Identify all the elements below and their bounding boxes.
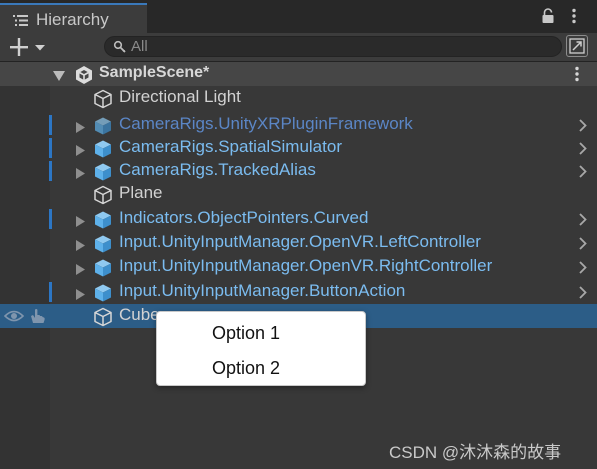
hierarchy-row-input-left-controller[interactable]: Input.UnityInputManager.OpenVR.LeftContr… xyxy=(0,231,597,255)
hierarchy-row-camerarigs-spatial-simulator[interactable]: CameraRigs.SpatialSimulator xyxy=(0,136,597,160)
override-marker xyxy=(49,138,52,158)
row-label: Input.UnityInputManager.OpenVR.RightCont… xyxy=(119,256,493,275)
chevron-right-icon[interactable] xyxy=(579,261,587,279)
triangle-right-icon[interactable] xyxy=(76,238,85,256)
tab-bar: Hierarchy xyxy=(0,0,597,33)
override-marker xyxy=(49,282,52,302)
add-object-button[interactable] xyxy=(8,36,50,58)
chevron-right-icon[interactable] xyxy=(579,237,587,255)
kebab-menu-icon[interactable] xyxy=(571,8,577,29)
cube-outline-icon xyxy=(93,307,113,332)
row-label: Cube xyxy=(119,305,160,324)
menu-item-option-2[interactable]: Option 2 xyxy=(157,351,365,383)
search-input[interactable] xyxy=(131,37,551,56)
tab-hierarchy[interactable]: Hierarchy xyxy=(0,3,147,33)
triangle-right-icon[interactable] xyxy=(76,287,85,305)
context-menu: Option 1 Option 2 xyxy=(156,311,366,386)
row-label: CameraRigs.SpatialSimulator xyxy=(119,137,342,156)
row-label: CameraRigs.TrackedAlias xyxy=(119,160,316,179)
hierarchy-row-indicators-object-pointers[interactable]: Indicators.ObjectPointers.Curved xyxy=(0,207,597,231)
menu-item-option-1[interactable]: Option 1 xyxy=(157,316,365,348)
row-label: Directional Light xyxy=(119,87,241,106)
triangle-right-icon[interactable] xyxy=(76,214,85,232)
hierarchy-row-camerarigs-xr-plugin[interactable]: CameraRigs.UnityXRPluginFramework xyxy=(0,113,597,137)
hierarchy-row-input-button-action[interactable]: Input.UnityInputManager.ButtonAction xyxy=(0,280,597,304)
hierarchy-row-plane[interactable]: Plane xyxy=(0,182,597,206)
triangle-right-icon[interactable] xyxy=(76,262,85,280)
scene-menu-icon[interactable] xyxy=(574,66,580,87)
chevron-down-icon xyxy=(35,45,45,51)
eye-icon[interactable] xyxy=(3,309,25,328)
row-label: CameraRigs.UnityXRPluginFramework xyxy=(119,114,413,133)
row-label: Plane xyxy=(119,183,163,202)
plus-icon xyxy=(10,38,28,56)
search-icon xyxy=(113,40,127,59)
row-label: Indicators.ObjectPointers.Curved xyxy=(119,208,369,227)
search-field[interactable] xyxy=(104,36,562,57)
chevron-right-icon[interactable] xyxy=(579,213,587,231)
triangle-down-icon[interactable] xyxy=(53,69,65,87)
scene-title: SampleScene* xyxy=(99,64,210,81)
chevron-right-icon[interactable] xyxy=(579,142,587,160)
chevron-right-icon[interactable] xyxy=(579,286,587,304)
row-label: Input.UnityInputManager.ButtonAction xyxy=(119,281,406,300)
chevron-right-icon[interactable] xyxy=(579,119,587,137)
menu-item-label: Option 2 xyxy=(212,358,281,378)
cube-outline-icon xyxy=(93,89,113,114)
menu-item-label: Option 1 xyxy=(212,323,281,343)
hand-icon[interactable] xyxy=(29,307,47,330)
row-label: Input.UnityInputManager.OpenVR.LeftContr… xyxy=(119,232,481,251)
override-marker xyxy=(49,161,52,181)
hierarchy-list-icon xyxy=(13,14,29,32)
override-marker xyxy=(49,115,52,135)
chevron-right-icon[interactable] xyxy=(579,165,587,183)
search-expand-icon[interactable] xyxy=(566,35,588,57)
lock-icon[interactable] xyxy=(541,8,555,29)
hierarchy-toolbar xyxy=(0,33,597,62)
override-marker xyxy=(49,209,52,229)
scene-header[interactable]: SampleScene* xyxy=(0,62,597,86)
tab-title: Hierarchy xyxy=(36,10,109,29)
hierarchy-row-camerarigs-tracked-alias[interactable]: CameraRigs.TrackedAlias xyxy=(0,159,597,183)
hierarchy-row-input-right-controller[interactable]: Input.UnityInputManager.OpenVR.RightCont… xyxy=(0,255,597,279)
watermark: CSDN @沐沐森的故事 xyxy=(389,443,562,462)
hierarchy-row-directional-light[interactable]: Directional Light xyxy=(0,86,597,110)
